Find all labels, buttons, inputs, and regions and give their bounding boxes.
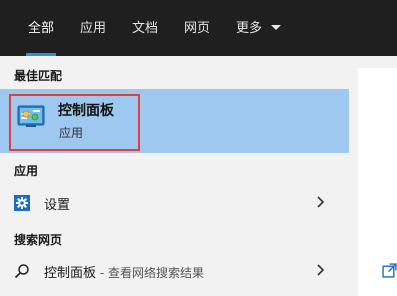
chevron-right-icon[interactable] bbox=[315, 194, 327, 210]
best-match-subtitle: 应用 bbox=[59, 126, 84, 140]
tab-more-label: 更多 bbox=[236, 21, 263, 36]
control-panel-icon bbox=[17, 105, 45, 127]
web-result-control-panel[interactable]: 控制面板 - 查看网络搜索结果 bbox=[0, 256, 349, 286]
app-result-settings[interactable]: 设置 bbox=[0, 188, 349, 218]
web-result-label: 控制面板 - 查看网络搜索结果 bbox=[44, 262, 204, 281]
preview-pane bbox=[349, 56, 397, 296]
best-match-title: 控制面板 bbox=[58, 103, 114, 119]
tab-more[interactable]: 更多 bbox=[236, 0, 282, 56]
search-icon bbox=[14, 264, 29, 279]
tab-all[interactable]: 全部 bbox=[26, 0, 57, 56]
tab-apps-label: 应用 bbox=[80, 21, 107, 36]
tab-web[interactable]: 网页 bbox=[184, 0, 210, 56]
search-tab-bar: 全部 应用 文档 网页 更多 bbox=[0, 0, 397, 56]
tab-documents-label: 文档 bbox=[132, 21, 159, 36]
start-search-window: 全部 应用 文档 网页 更多 最佳匹配 控制面板 应用 应用 设置 搜索网页 控… bbox=[0, 0, 397, 296]
tab-apps[interactable]: 应用 bbox=[80, 0, 106, 56]
gear-icon bbox=[14, 195, 30, 211]
tab-documents[interactable]: 文档 bbox=[132, 0, 158, 56]
web-result-query: 控制面板 bbox=[44, 266, 97, 281]
settings-label: 设置 bbox=[44, 198, 71, 213]
section-web: 搜索网页 bbox=[14, 233, 63, 247]
results-panel: 最佳匹配 控制面板 应用 应用 设置 搜索网页 控制面板 - 查看网络搜索结果 bbox=[0, 56, 349, 296]
section-best-match: 最佳匹配 bbox=[14, 69, 63, 83]
web-result-suffix: - 查看网络搜索结果 bbox=[96, 266, 204, 280]
section-apps: 应用 bbox=[14, 164, 39, 178]
chevron-right-icon[interactable] bbox=[315, 262, 327, 278]
best-match-result[interactable]: 控制面板 应用 bbox=[0, 89, 349, 153]
tab-web-label: 网页 bbox=[184, 21, 211, 36]
preview-card bbox=[358, 68, 397, 296]
open-icon[interactable] bbox=[382, 263, 397, 278]
chevron-down-icon bbox=[271, 25, 282, 30]
tab-all-label: 全部 bbox=[28, 21, 55, 36]
